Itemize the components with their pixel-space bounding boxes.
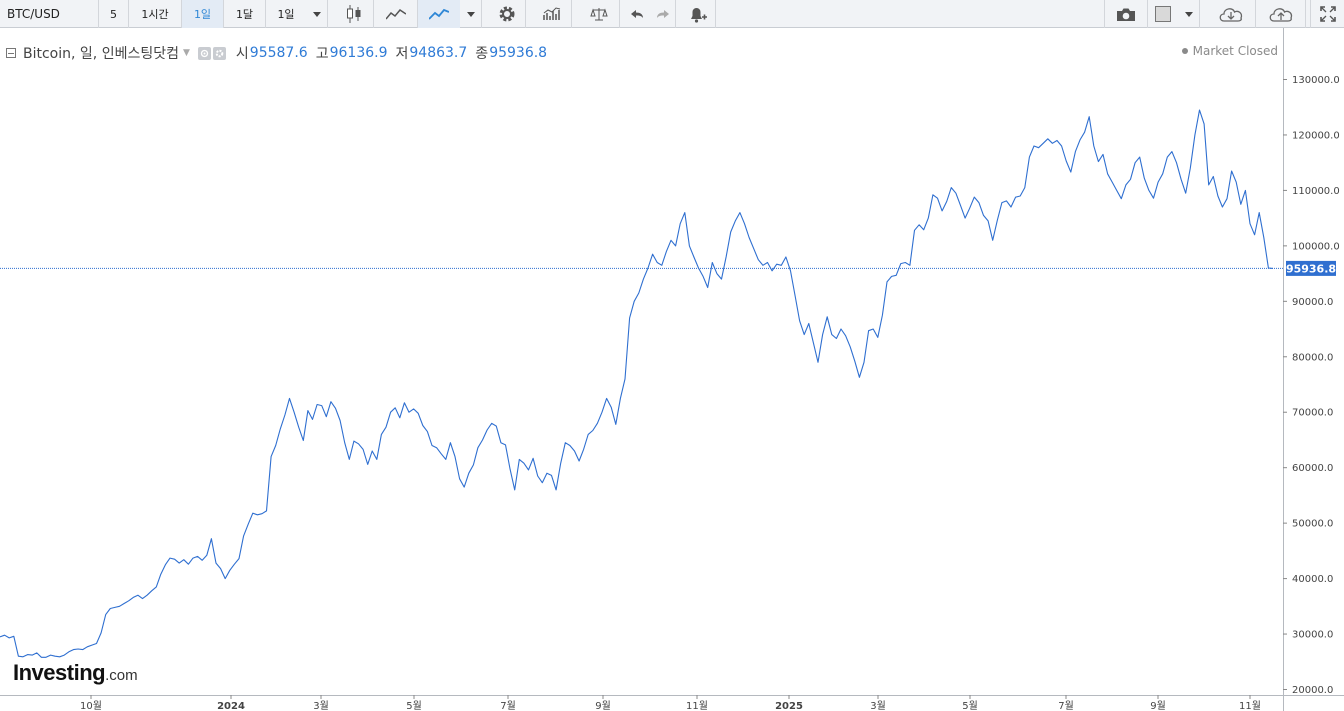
x-tick-label: 9월 [595, 700, 611, 711]
last-price-tag-text: 95936.8 [1286, 262, 1336, 275]
open-value: 95587.6 [249, 45, 308, 61]
x-tick-label: 7월 [1058, 700, 1074, 711]
chevron-down-icon[interactable]: ▼ [183, 48, 190, 58]
y-tick-label: 50000.0 [1292, 519, 1333, 530]
x-tick-label: 11월 [1239, 700, 1261, 711]
y-tick-label: 100000.0 [1292, 241, 1340, 252]
x-tick-label: 5월 [962, 700, 978, 711]
logo-domain: .com [105, 667, 138, 684]
visibility-icon[interactable] [197, 46, 211, 60]
chart-legend: Bitcoin, 일, 인베스팅닷컴 ▼ 시 95587.6 고 96136.9… [6, 44, 547, 62]
price-line [0, 109, 1274, 658]
close-label: 종 [475, 46, 489, 62]
x-tick-label: 7월 [500, 700, 516, 711]
y-tick-label: 70000.0 [1292, 408, 1333, 419]
legend-title: Bitcoin, 일, 인베스팅닷컴 [23, 46, 179, 62]
y-tick-label: 30000.0 [1292, 630, 1333, 641]
x-tick-label: 2024 [217, 701, 245, 711]
investing-logo: Investing .com [13, 660, 138, 686]
collapse-legend-button[interactable] [6, 48, 16, 58]
y-tick-label: 40000.0 [1292, 574, 1333, 585]
gear-icon[interactable] [212, 46, 226, 60]
status-dot-icon [1181, 48, 1188, 54]
x-tick-label: 9월 [1150, 700, 1166, 711]
y-tick-label: 20000.0 [1292, 685, 1333, 696]
y-tick-label: 130000.0 [1292, 75, 1340, 86]
high-label: 고 [315, 46, 329, 62]
price-chart[interactable]: 20000.0 30000.0 40000.0 50000.0 60000.0 70000… [0, 0, 1344, 711]
market-status: Market Closed [1181, 44, 1278, 58]
x-tick-label: 3월 [870, 700, 886, 711]
y-tick-label: 60000.0 [1292, 463, 1333, 474]
x-tick-label: 10월 [80, 700, 102, 711]
close-value: 95936.8 [489, 45, 548, 61]
market-status-text: Market Closed [1192, 44, 1278, 58]
y-tick-label: 110000.0 [1292, 186, 1340, 197]
y-tick-label: 80000.0 [1292, 352, 1333, 363]
x-tick-label: 11월 [686, 700, 708, 711]
low-value: 94863.7 [409, 45, 468, 61]
x-tick-label: 3월 [313, 700, 329, 711]
y-tick-label: 90000.0 [1292, 297, 1333, 308]
y-tick-label: 120000.0 [1292, 130, 1340, 141]
open-label: 시 [235, 46, 249, 62]
logo-brand: Investing [13, 660, 106, 685]
x-tick-label: 2025 [775, 701, 803, 711]
low-label: 저 [395, 46, 409, 62]
high-value: 96136.9 [329, 45, 388, 61]
x-tick-label: 5월 [406, 700, 422, 711]
